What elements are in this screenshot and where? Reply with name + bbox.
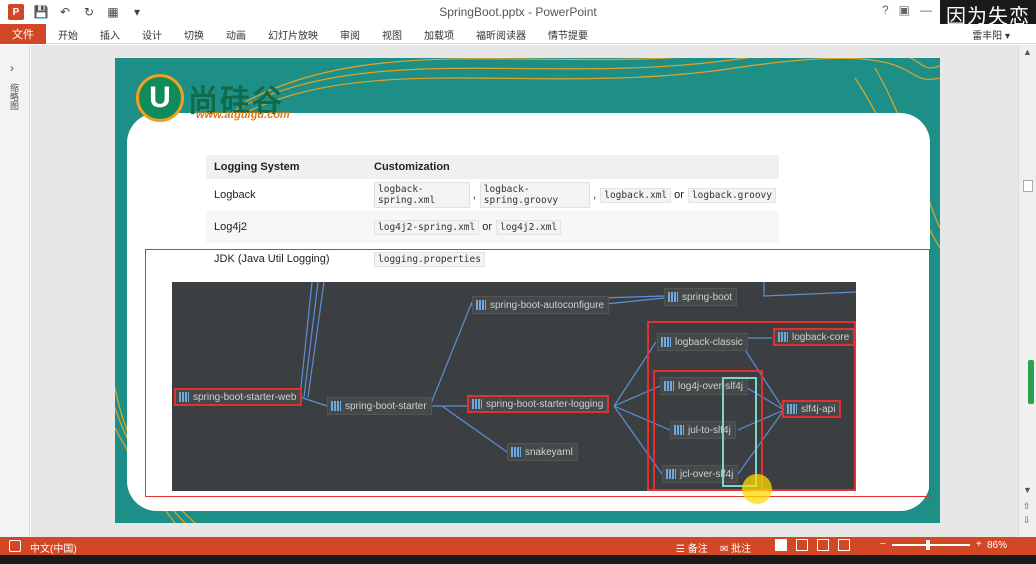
file-code: log4j2.xml: [496, 219, 562, 235]
window-controls: ? ▣ —: [882, 3, 932, 17]
bottom-edge: [0, 555, 1036, 564]
logo-url: www.atguigu.com: [196, 109, 290, 121]
language-indicator[interactable]: 中文(中国): [30, 540, 77, 555]
tab-view[interactable]: 视图: [382, 27, 402, 42]
mouse-cursor-highlight: [742, 474, 772, 504]
chevron-right-icon[interactable]: ›: [10, 61, 14, 75]
zoom-control: − +: [880, 539, 982, 550]
window-title: SpringBoot.pptx - PowerPoint: [439, 5, 597, 19]
side-indicator: [1028, 360, 1034, 404]
tab-design[interactable]: 设计: [142, 27, 162, 42]
row-files: log4j2-spring.xml or log4j2.xml: [374, 219, 779, 235]
minimize-icon[interactable]: —: [920, 3, 932, 17]
zoom-slider-knob[interactable]: [925, 539, 930, 550]
previous-slide-icon[interactable]: ⇧: [1023, 501, 1031, 512]
ribbon-display-icon[interactable]: ▣: [899, 3, 910, 17]
status-bar: 中文(中国) ☰ 备注 ✉ 批注 − + 86%: [0, 537, 1036, 555]
table-row: Logback logback-spring.xml, logback-spri…: [206, 179, 779, 211]
tab-home[interactable]: 开始: [58, 27, 78, 42]
tab-animations[interactable]: 动画: [226, 27, 246, 42]
slide-sorter-icon[interactable]: [796, 539, 808, 551]
header-logging-system: Logging System: [214, 161, 300, 173]
zoom-out-icon[interactable]: −: [880, 539, 886, 550]
vertical-scrollbar[interactable]: ▲ ▼ ⇧ ⇩: [1018, 45, 1036, 537]
file-code: logback-spring.groovy: [479, 182, 591, 208]
row-system: Logback: [214, 189, 256, 201]
table-row: Log4j2 log4j2-spring.xml or log4j2.xml: [206, 211, 779, 243]
file-code: logback.xml: [600, 187, 672, 203]
user-account[interactable]: 雷丰阳 ▾: [972, 27, 1010, 42]
file-code: logback.groovy: [687, 187, 776, 203]
tab-transitions[interactable]: 切换: [184, 27, 204, 42]
ribbon-tab-list: 开始 插入 设计 切换 动画 幻灯片放映 审阅 视图 加载项 福昕阅读器 情节提…: [58, 27, 610, 42]
title-bar: P 💾 ↶ ↻ ▦ ▾ SpringBoot.pptx - PowerPoint…: [0, 0, 1036, 28]
thumbnails-pane-collapsed[interactable]: › 缩略图: [0, 45, 30, 537]
view-buttons: [775, 539, 850, 551]
next-slide-icon[interactable]: ⇩: [1023, 515, 1031, 526]
row-files: logback-spring.xml, logback-spring.groov…: [374, 182, 779, 208]
notes-button[interactable]: ☰ 备注: [676, 540, 708, 555]
tab-addins[interactable]: 加载项: [424, 27, 454, 42]
scroll-down-icon[interactable]: ▼: [1023, 485, 1032, 495]
logo-u-icon: U: [136, 74, 184, 122]
file-code: logback-spring.xml: [374, 182, 470, 208]
normal-view-icon[interactable]: [775, 539, 787, 551]
ribbon-tabs: 文件 开始 插入 设计 切换 动画 幻灯片放映 审阅 视图 加载项 福昕阅读器 …: [0, 24, 1036, 44]
shape-selection-rectangle[interactable]: [145, 249, 930, 497]
zoom-percentage[interactable]: 86%: [987, 540, 1007, 551]
help-icon[interactable]: ?: [882, 3, 889, 17]
scroll-thumb[interactable]: [1023, 180, 1033, 192]
tab-review[interactable]: 审阅: [340, 27, 360, 42]
table-header: Logging System Customization: [206, 155, 779, 179]
tab-storyboarding[interactable]: 情节提要: [548, 27, 588, 42]
atguigu-logo: U 尚硅谷 www.atguigu.com: [136, 74, 336, 124]
tab-insert[interactable]: 插入: [100, 27, 120, 42]
spellcheck-icon[interactable]: [9, 540, 21, 552]
comments-button[interactable]: ✉ 批注: [720, 540, 751, 555]
row-system: Log4j2: [214, 221, 248, 233]
thumbnails-label: 缩略图: [9, 83, 19, 110]
tab-slideshow[interactable]: 幻灯片放映: [268, 27, 318, 42]
tab-file[interactable]: 文件: [0, 24, 46, 44]
tab-foxit-reader[interactable]: 福昕阅读器: [476, 27, 526, 42]
reading-view-icon[interactable]: [817, 539, 829, 551]
zoom-slider[interactable]: [891, 539, 970, 550]
header-customization: Customization: [374, 161, 450, 173]
scroll-up-icon[interactable]: ▲: [1023, 47, 1032, 57]
zoom-in-icon[interactable]: +: [976, 539, 982, 550]
slideshow-view-icon[interactable]: [838, 539, 850, 551]
file-code: log4j2-spring.xml: [374, 219, 480, 235]
